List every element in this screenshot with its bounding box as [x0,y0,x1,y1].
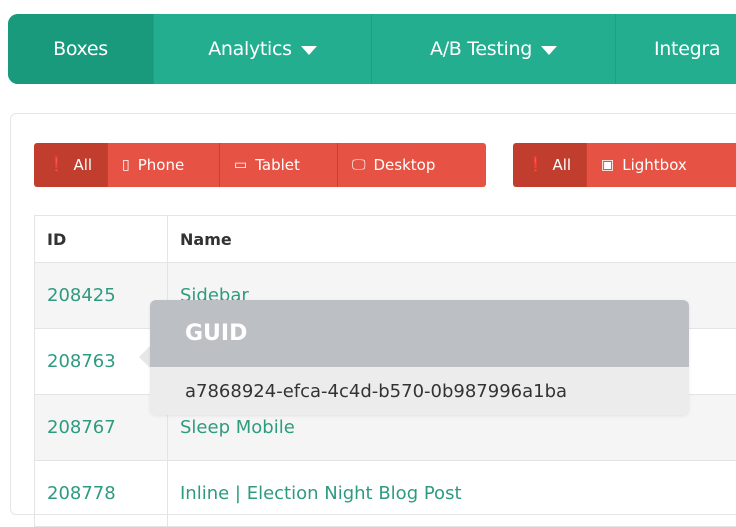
nav-integrations-label: Integra [654,38,721,60]
nav-ab-testing[interactable]: A/B Testing [372,14,616,84]
filter-label: Tablet [255,156,300,174]
filter-tablet[interactable]: ▭ Tablet [220,143,338,187]
filter-phone[interactable]: ▯ Phone [108,143,220,187]
table-row: 208778 Inline | Election Night Blog Post [34,461,736,527]
column-header-id[interactable]: ID [34,216,168,262]
filter-type-all[interactable]: ❗ All [513,143,587,187]
nav-boxes-label: Boxes [53,38,108,60]
table-header-row: ID Name [34,216,736,263]
tablet-icon: ▭ [234,157,248,173]
popover-guid-value: a7868924-efca-4c4d-b570-0b987996a1ba [150,367,689,415]
box-id-link[interactable]: 208778 [34,461,168,526]
nav-integrations[interactable]: Integra [616,14,736,84]
box-id-link[interactable]: 208767 [34,395,168,460]
exclamation-icon: ❗ [48,157,66,173]
box-id-link[interactable]: 208425 [34,263,168,328]
guid-popover: GUID a7868924-efca-4c4d-b570-0b987996a1b… [150,300,689,415]
filter-lightbox[interactable]: ▣ Lightbox [587,143,736,187]
filter-desktop[interactable]: 🖵 Desktop [338,143,486,187]
exclamation-icon: ❗ [527,157,545,173]
filter-device-all[interactable]: ❗ All [34,143,108,187]
caret-down-icon [300,45,317,55]
filter-label: Phone [137,156,185,174]
desktop-icon: 🖵 [352,157,366,173]
filter-label: Lightbox [622,156,687,174]
column-header-name[interactable]: Name [168,216,736,262]
caret-down-icon [540,45,557,55]
nav-boxes[interactable]: Boxes [8,14,154,84]
main-navbar: Boxes Analytics A/B Testing Integra [8,14,736,84]
type-filter-group: ❗ All ▣ Lightbox [513,143,736,187]
filter-label: Desktop [373,156,436,174]
nav-analytics[interactable]: Analytics [154,14,372,84]
lightbox-icon: ▣ [601,157,615,173]
filter-label: All [73,156,93,174]
popover-arrow [139,346,150,368]
filter-label: All [552,156,572,174]
nav-analytics-label: Analytics [208,38,292,60]
nav-ab-testing-label: A/B Testing [430,38,532,60]
device-filter-group: ❗ All ▯ Phone ▭ Tablet 🖵 Desktop [34,143,486,187]
box-name-link[interactable]: Inline | Election Night Blog Post [168,461,736,526]
phone-icon: ▯ [122,157,130,173]
popover-title: GUID [150,300,689,367]
